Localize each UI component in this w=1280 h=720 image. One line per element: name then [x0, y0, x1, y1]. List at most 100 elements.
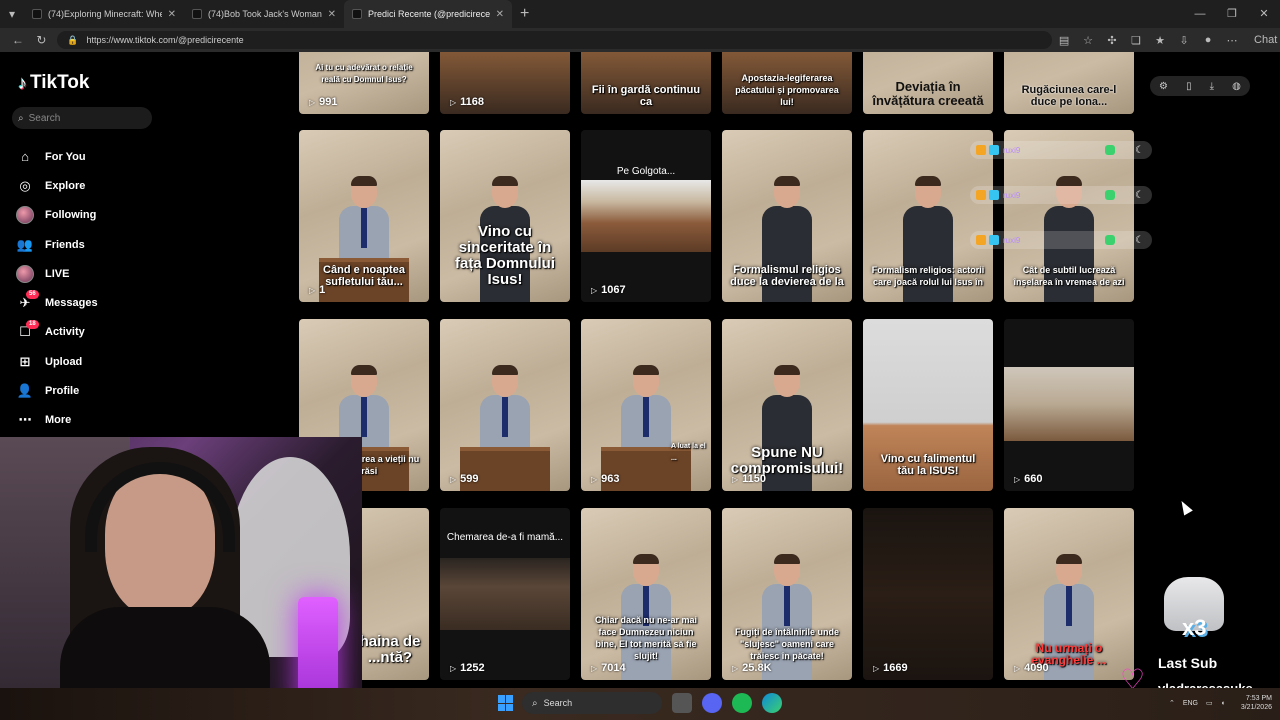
tiktok-favicon-icon [352, 9, 362, 19]
close-tab-icon[interactable]: ✕ [328, 9, 336, 20]
network-icon[interactable]: ▭ [1206, 699, 1213, 707]
video-caption: Apostazia-legiferarea păcatului și promo… [735, 73, 839, 107]
tiktok-logo[interactable]: ♪ TikTok [18, 72, 89, 94]
sidebar-item-for-you[interactable]: ⌂ For You [14, 142, 98, 171]
browser-tab[interactable]: (74)Exploring Minecraft: Where An ✕ [24, 0, 184, 28]
reader-icon[interactable]: ▤ [1052, 34, 1076, 47]
menu-dots-icon[interactable]: ⋯ [1220, 34, 1244, 47]
sidebar-item-live[interactable]: LIVE [14, 259, 98, 288]
extensions-icon[interactable]: ✣ [1100, 34, 1124, 47]
video-card[interactable]: Chemarea de-a fi mamă... ▷ 1252 [440, 508, 570, 680]
last-sub-widget: x3 ♡ Last Sub vladraresasuke [1120, 575, 1280, 705]
copilot-chat-button[interactable]: Chat [1250, 34, 1277, 46]
video-card[interactable]: Fugiți de întâlnirile unde "slujesc" oam… [722, 508, 852, 680]
taskbar-search[interactable]: ⌕ Search [522, 692, 662, 714]
browser-tab[interactable]: (74)Bob Took Jack's Woman – A H ✕ [184, 0, 344, 28]
discord-icon[interactable] [702, 693, 722, 713]
video-card[interactable]: Când e noaptea sufletului tău... ▷ 1 [299, 130, 429, 302]
video-card[interactable]: Pe Golgota... ▷ 1067 [581, 130, 711, 302]
video-card[interactable]: Spune NU compromisului! ▷ 1150 [722, 319, 852, 491]
video-card[interactable]: Fii în gardă continuu ca [581, 52, 711, 114]
lock-icon: 🔒 [67, 34, 79, 45]
play-icon: ▷ [732, 474, 739, 484]
settings-icon[interactable]: ⚙ [1159, 81, 1168, 92]
overlay-user: ruxi9 [1003, 235, 1021, 245]
browser-toolbar: ▤ ☆ ✣ ❏ ★ ⇩ ● ⋯ Chat [1052, 34, 1277, 47]
tab-list-icon[interactable]: ▾ [0, 7, 24, 21]
sidebar-item-more[interactable]: ⋯ More [14, 406, 98, 435]
clock[interactable]: 7:53 PM 3/21/2026 [1233, 694, 1272, 712]
view-count: ▷ 963 [591, 473, 620, 485]
view-count: ▷ 25.8K [732, 662, 772, 674]
sidebar-item-explore[interactable]: ◎ Explore [14, 171, 98, 200]
sidebar-item-upload[interactable]: ⊞ Upload [14, 347, 98, 376]
url-field[interactable]: 🔒 https://www.tiktok.com/@predicirecente [57, 31, 1053, 49]
play-icon: ▷ [450, 663, 457, 673]
video-caption: haina de ...ntă? [359, 633, 421, 666]
download-icon[interactable]: ⤓ [1210, 81, 1214, 92]
video-caption: Fii în gardă continuu ca [591, 84, 701, 108]
spotify-icon[interactable] [732, 693, 752, 713]
globe-icon[interactable]: ◍ [1232, 81, 1241, 92]
congregation-thumbnail [440, 558, 570, 630]
diamond-icon [989, 145, 999, 155]
compass-icon: ◎ [19, 177, 31, 193]
close-tab-icon[interactable]: ✕ [168, 9, 176, 20]
video-card[interactable]: Apostazia-legiferarea păcatului și promo… [722, 52, 852, 114]
play-icon: ▷ [309, 285, 316, 295]
video-caption: Cât de subtil lucrează înșelarea în vrem… [1013, 265, 1125, 287]
video-card[interactable]: Rugăciunea care-l duce pe Iona... [1004, 52, 1134, 114]
minimize-icon[interactable]: — [1184, 0, 1216, 28]
moon-icon: ☾ [1135, 234, 1144, 246]
chat-overlay-row: ruxi9 ☾ [970, 186, 1152, 204]
device-icon[interactable]: ▯ [1186, 81, 1192, 92]
stage-thumbnail [1004, 367, 1134, 441]
gift-icon [1105, 190, 1116, 200]
favorites-icon[interactable]: ★ [1148, 34, 1172, 47]
video-card[interactable]: Formalismul religios duce la devierea de… [722, 130, 852, 302]
tab-title: (74)Exploring Minecraft: Where An [48, 9, 162, 19]
video-caption: Chemarea de-a fi mamă... [446, 532, 564, 543]
chat-overlay-row: ruxi9 ☾ [970, 141, 1152, 159]
browser-tab-bar: ▾ (74)Exploring Minecraft: Where An ✕ (7… [0, 0, 1280, 28]
sidebar-item-messages[interactable]: ✈ 56 Messages [14, 288, 98, 317]
video-card[interactable]: Ai tu cu adevărat o relație reală cu Dom… [299, 52, 429, 114]
video-card[interactable]: ▷ 599 [440, 319, 570, 491]
profile-icon: 👤 [16, 383, 34, 399]
close-tab-icon[interactable]: ✕ [496, 9, 504, 20]
new-tab-icon[interactable]: + [520, 5, 529, 23]
video-card[interactable]: ▷ 1669 [863, 508, 993, 680]
sidebar-item-activity[interactable]: ☐ 18 Activity [14, 318, 98, 347]
search-input[interactable]: ⌕ Search [12, 107, 152, 129]
tiktok-sidebar: ♪ TikTok ⌕ Search ⌂ For You ◎ Explore Foll… [0, 52, 290, 437]
volume-icon[interactable]: ◖ [1221, 700, 1225, 707]
refresh-icon[interactable]: ↻ [30, 33, 54, 47]
system-tray: ⌃ ENG ▭ ◖ 7:53 PM 3/21/2026 [1161, 694, 1272, 712]
video-card[interactable]: Chiar dacă nu ne-ar mai face Dumnezeu ni… [581, 508, 711, 680]
collections-icon[interactable]: ❏ [1124, 34, 1148, 47]
close-window-icon[interactable]: ✕ [1248, 0, 1280, 28]
video-card[interactable]: A luat la el ... ▷ 963 [581, 319, 711, 491]
browser-tab-active[interactable]: Predici Recente (@predicirecente) ✕ [344, 0, 512, 28]
url-text: https://www.tiktok.com/@predicirecente [86, 35, 244, 45]
video-card[interactable]: Nu urmați o evanghelie ... ▷ 4090 [1004, 508, 1134, 680]
edge-icon[interactable] [762, 693, 782, 713]
video-card[interactable]: Deviația în învățătura creeată [863, 52, 993, 114]
video-card[interactable]: ▷ 660 [1004, 319, 1134, 491]
back-icon[interactable]: ← [6, 33, 30, 47]
sidebar-item-profile[interactable]: 👤 Profile [14, 376, 98, 405]
restore-icon[interactable]: ❐ [1216, 0, 1248, 28]
video-card[interactable]: Vino cu falimentul tău la ISUS! [863, 319, 993, 491]
windows-start-icon[interactable] [498, 695, 514, 711]
downloads-icon[interactable]: ⇩ [1172, 34, 1196, 47]
sidebar-item-friends[interactable]: 👥 Friends [14, 230, 98, 259]
tray-chevron-icon[interactable]: ⌃ [1169, 699, 1175, 707]
video-card[interactable]: ▷ 1168 [440, 52, 570, 114]
file-explorer-icon[interactable] [672, 693, 692, 713]
video-card[interactable]: Vino cu sinceritate în fața Domnului Isu… [440, 130, 570, 302]
favorite-star-icon[interactable]: ☆ [1076, 34, 1100, 47]
sidebar-item-following[interactable]: Following [14, 201, 98, 230]
profile-avatar-icon[interactable]: ● [1196, 34, 1220, 46]
language-indicator[interactable]: ENG [1183, 700, 1198, 707]
gift-icon [1105, 145, 1116, 155]
